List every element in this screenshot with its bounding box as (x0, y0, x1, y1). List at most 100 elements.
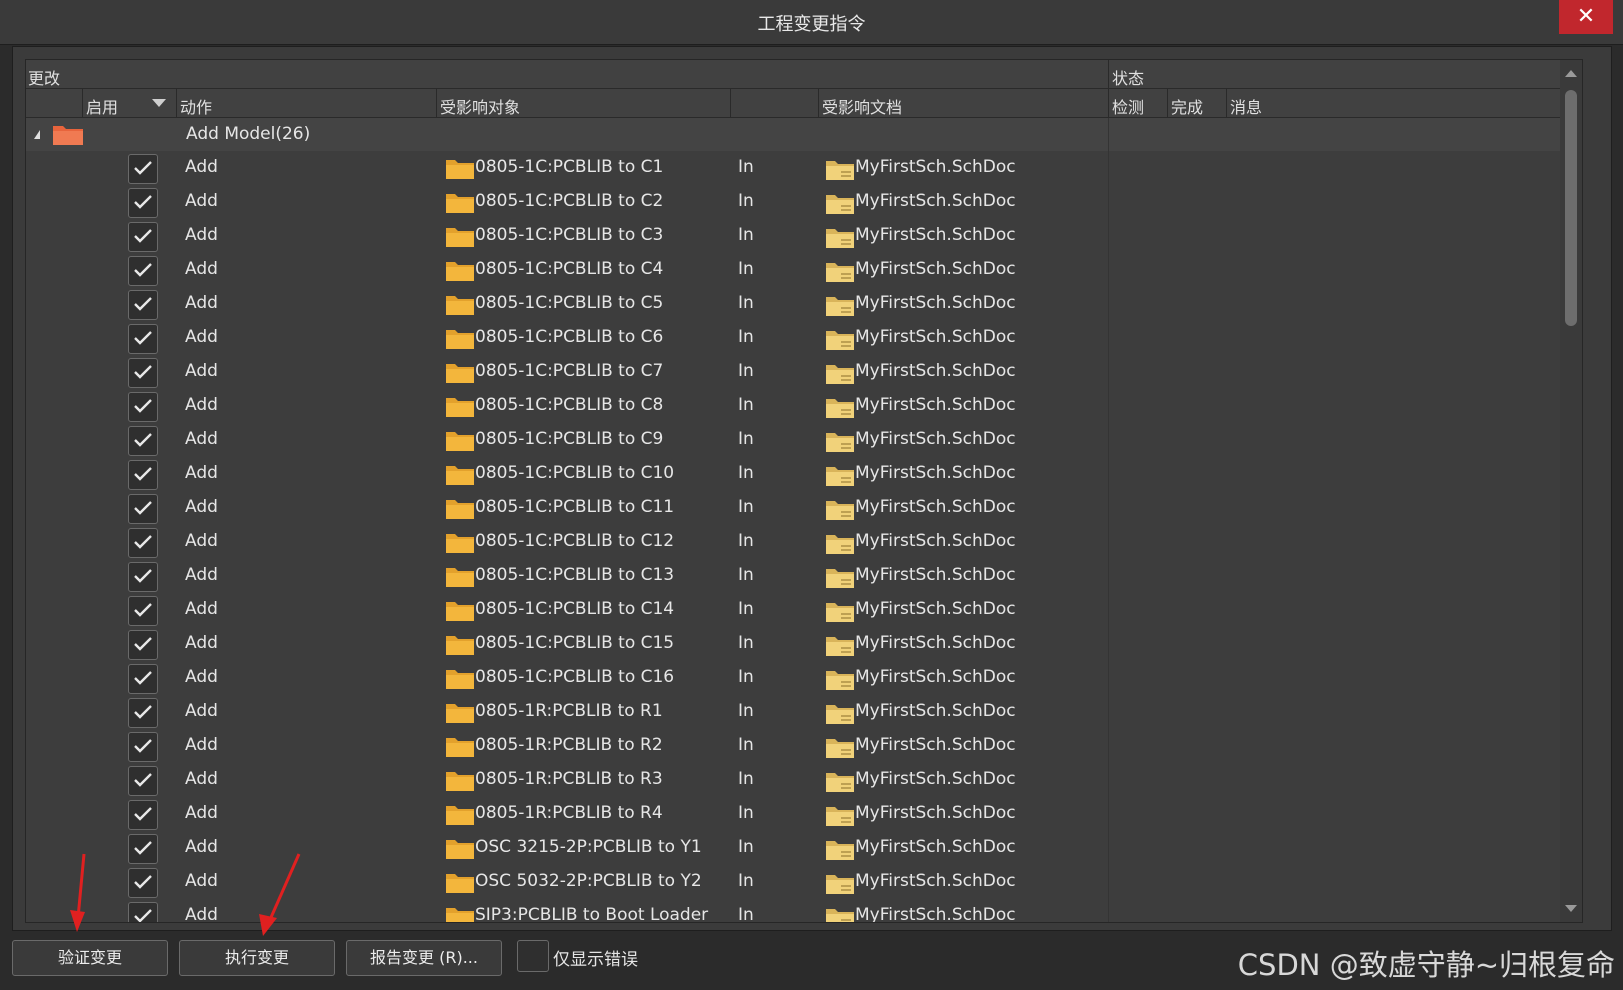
object-cell: 0805-1C:PCBLIB to C10 (475, 463, 675, 483)
enable-checkbox[interactable] (128, 732, 158, 762)
table-row[interactable]: Add 0805-1C:PCBLIB to C13 In MyFirstSch.Sch… (26, 559, 1572, 593)
close-button[interactable]: ✕ (1559, 0, 1613, 34)
only-errors-checkbox[interactable] (517, 940, 549, 972)
table-row[interactable]: Add 0805-1R:PCBLIB to R1 In MyFirstSch.SchD… (26, 695, 1572, 729)
table-row[interactable]: Add 0805-1R:PCBLIB to R4 In MyFirstSch.SchD… (26, 797, 1572, 831)
document-icon (826, 807, 854, 826)
group-row[interactable]: Add Model(26) (26, 118, 1572, 151)
report-changes-button[interactable]: 报告变更 (R)... (346, 940, 502, 976)
enable-checkbox[interactable] (128, 902, 158, 922)
col-check[interactable]: 检测 (1112, 94, 1144, 118)
check-icon (134, 841, 152, 855)
col-enable[interactable]: 启用 (86, 94, 118, 118)
enable-checkbox[interactable] (128, 426, 158, 456)
col-document[interactable]: 受影响文档 (822, 94, 902, 118)
enable-checkbox[interactable] (128, 188, 158, 218)
enable-checkbox[interactable] (128, 664, 158, 694)
folder-icon (446, 398, 474, 417)
table-row[interactable]: Add 0805-1C:PCBLIB to C7 In MyFirstSch.SchD… (26, 355, 1572, 389)
execute-changes-button[interactable]: 执行变更 (179, 940, 335, 976)
window-title: 工程变更指令 (757, 14, 866, 35)
document-icon (826, 297, 854, 316)
object-cell: OSC 3215-2P:PCBLIB to Y1 (475, 837, 702, 857)
document-cell: MyFirstSch.SchDoc (855, 531, 1016, 551)
col-object[interactable]: 受影响对象 (440, 94, 520, 118)
validate-changes-button[interactable]: 验证变更 (12, 940, 168, 976)
table-row[interactable]: Add 0805-1C:PCBLIB to C9 In MyFirstSch.SchD… (26, 423, 1572, 457)
enable-checkbox[interactable] (128, 324, 158, 354)
table-row[interactable]: Add 0805-1C:PCBLIB to C5 In MyFirstSch.SchD… (26, 287, 1572, 321)
table-row[interactable]: Add 0805-1R:PCBLIB to R2 In MyFirstSch.SchD… (26, 729, 1572, 763)
table-row[interactable]: Add 0805-1C:PCBLIB to C2 In MyFirstSch.SchD… (26, 185, 1572, 219)
table-row[interactable]: Add 0805-1C:PCBLIB to C14 In MyFirstSch.Sch… (26, 593, 1572, 627)
in-cell: In (738, 769, 754, 789)
check-icon (134, 195, 152, 209)
scroll-up-icon[interactable] (1565, 70, 1577, 77)
action-cell: Add (185, 735, 218, 755)
sort-icon[interactable] (152, 99, 166, 107)
document-icon (826, 501, 854, 520)
enable-checkbox[interactable] (128, 630, 158, 660)
table-row[interactable]: Add 0805-1C:PCBLIB to C12 In MyFirstSch.Sch… (26, 525, 1572, 559)
check-icon (134, 705, 152, 719)
check-icon (134, 807, 152, 821)
in-cell: In (738, 701, 754, 721)
document-cell: MyFirstSch.SchDoc (855, 769, 1016, 789)
enable-checkbox[interactable] (128, 290, 158, 320)
folder-icon (446, 228, 474, 247)
object-cell: 0805-1C:PCBLIB to C13 (475, 565, 675, 585)
action-cell: Add (185, 191, 218, 211)
table-row[interactable]: Add 0805-1C:PCBLIB to C6 In MyFirstSch.SchD… (26, 321, 1572, 355)
table-row[interactable]: Add 0805-1C:PCBLIB to C4 In MyFirstSch.SchD… (26, 253, 1572, 287)
enable-checkbox[interactable] (128, 596, 158, 626)
enable-checkbox[interactable] (128, 528, 158, 558)
enable-checkbox[interactable] (128, 222, 158, 252)
vertical-scrollbar[interactable] (1560, 60, 1582, 922)
table-row[interactable]: Add 0805-1C:PCBLIB to C10 In MyFirstSch.Sch… (26, 457, 1572, 491)
document-icon (826, 909, 854, 922)
action-cell: Add (185, 667, 218, 687)
table-row[interactable]: Add 0805-1C:PCBLIB to C15 In MyFirstSch.Sch… (26, 627, 1572, 661)
enable-checkbox[interactable] (128, 800, 158, 830)
enable-checkbox[interactable] (128, 868, 158, 898)
col-done[interactable]: 完成 (1171, 94, 1203, 118)
enable-checkbox[interactable] (128, 256, 158, 286)
object-cell: 0805-1C:PCBLIB to C8 (475, 395, 664, 415)
only-errors-label: 仅显示错误 (553, 950, 638, 970)
scroll-thumb[interactable] (1565, 90, 1577, 326)
enable-checkbox[interactable] (128, 494, 158, 524)
scroll-down-icon[interactable] (1565, 905, 1577, 912)
enable-checkbox[interactable] (128, 358, 158, 388)
enable-checkbox[interactable] (128, 766, 158, 796)
check-icon (134, 569, 152, 583)
table-row[interactable]: Add 0805-1C:PCBLIB to C11 In MyFirstSch.Sch… (26, 491, 1572, 525)
table-row[interactable]: Add 0805-1C:PCBLIB to C1 In MyFirstSch.SchD… (26, 151, 1572, 185)
enable-checkbox[interactable] (128, 834, 158, 864)
header-divider (818, 89, 819, 117)
expand-icon[interactable] (34, 130, 40, 139)
enable-checkbox[interactable] (128, 698, 158, 728)
enable-checkbox[interactable] (128, 562, 158, 592)
enable-checkbox[interactable] (128, 392, 158, 422)
enable-checkbox[interactable] (128, 154, 158, 184)
col-action[interactable]: 动作 (180, 94, 212, 118)
table-row[interactable]: Add 0805-1C:PCBLIB to C3 In MyFirstSch.SchD… (26, 219, 1572, 253)
enable-checkbox[interactable] (128, 460, 158, 490)
table-row[interactable]: Add 0805-1C:PCBLIB to C16 In MyFirstSch.Sch… (26, 661, 1572, 695)
header-divider (1167, 89, 1168, 117)
document-cell: MyFirstSch.SchDoc (855, 259, 1016, 279)
action-cell: Add (185, 531, 218, 551)
in-cell: In (738, 837, 754, 857)
check-icon (134, 433, 152, 447)
object-cell: 0805-1C:PCBLIB to C15 (475, 633, 675, 653)
folder-icon (446, 670, 474, 689)
col-message[interactable]: 消息 (1230, 94, 1262, 118)
folder-icon (446, 364, 474, 383)
header-divider (436, 89, 437, 117)
header-divider (1108, 89, 1109, 117)
document-cell: MyFirstSch.SchDoc (855, 429, 1016, 449)
check-icon (134, 603, 152, 617)
object-cell: 0805-1C:PCBLIB to C7 (475, 361, 664, 381)
table-row[interactable]: Add 0805-1C:PCBLIB to C8 In MyFirstSch.SchD… (26, 389, 1572, 423)
table-row[interactable]: Add 0805-1R:PCBLIB to R3 In MyFirstSch.SchD… (26, 763, 1572, 797)
